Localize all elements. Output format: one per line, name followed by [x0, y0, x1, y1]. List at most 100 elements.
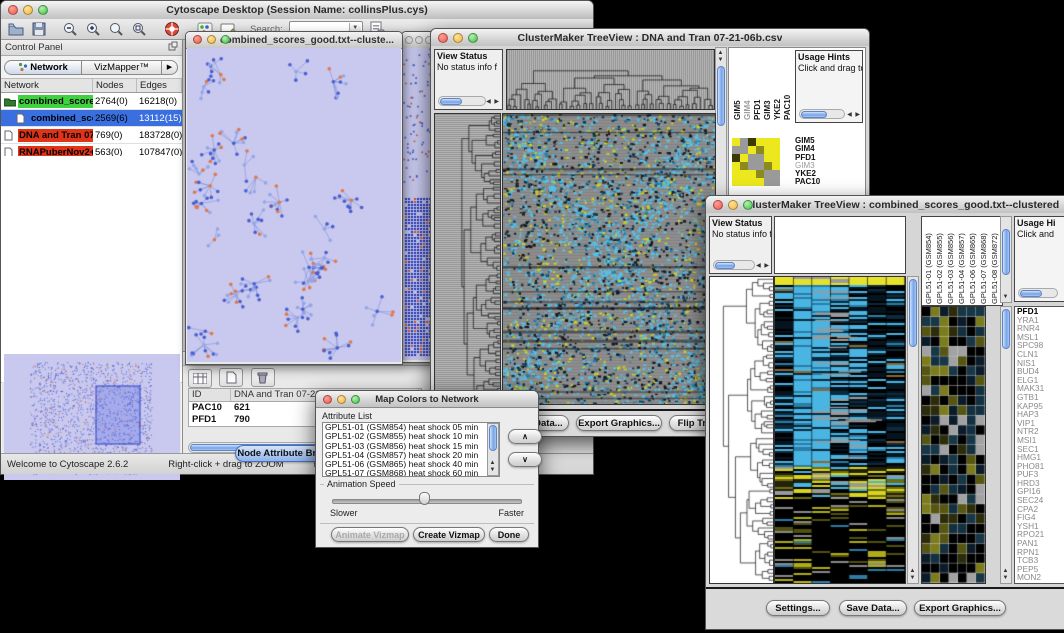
matrix-cell[interactable]	[756, 154, 764, 162]
export-graphics-button[interactable]: Export Graphics...	[576, 415, 662, 431]
matrix-cell[interactable]	[732, 162, 740, 170]
scroll-down-icon[interactable]: ▼	[910, 575, 916, 581]
save-data-button[interactable]: Save Data...	[839, 600, 907, 616]
matrix-cell[interactable]	[732, 154, 740, 162]
tab-overflow-arrow[interactable]: ▶	[162, 60, 178, 75]
scroll-down-icon[interactable]: ▼	[1003, 575, 1009, 581]
export-graphics-button[interactable]: Export Graphics...	[914, 600, 1006, 616]
tv2-zoom-heatmap[interactable]	[921, 306, 986, 584]
matrix-cell[interactable]	[772, 178, 780, 186]
scroll-up-icon[interactable]: ▲	[910, 568, 916, 574]
gene-name-list[interactable]: PFD1YRA1RNR4MSL1SPC98CLN1NIS1BUD4ELG1MAK…	[1014, 306, 1064, 584]
close-button[interactable]	[8, 5, 18, 15]
attribute-list-vscrollbar[interactable]: ▲ ▼	[487, 423, 499, 476]
minimize-button[interactable]	[415, 36, 423, 44]
matrix-cell[interactable]	[748, 146, 756, 154]
matrix-cell[interactable]	[756, 170, 764, 178]
create-vizmap-button[interactable]: Create Vizmap	[413, 527, 485, 542]
zoom-window-button[interactable]	[468, 33, 478, 43]
attribute-item[interactable]: GPL51-07 (GSM868) heat shock 60 min	[323, 469, 499, 477]
tv2-row-dendrogram[interactable]	[709, 276, 774, 584]
network-overview-panel[interactable]	[2, 382, 181, 452]
done-button[interactable]: Done	[489, 527, 529, 542]
matrix-cell[interactable]	[740, 146, 748, 154]
matrix-cell[interactable]	[740, 138, 748, 146]
network-list-row[interactable]: combined_sco2569(6)13112(15)	[1, 110, 182, 127]
close-button[interactable]	[193, 35, 202, 44]
col-header-id[interactable]: ID	[189, 389, 231, 401]
scroll-down-icon[interactable]: ▼	[490, 467, 496, 473]
move-down-button[interactable]: ∨	[508, 452, 542, 467]
main-titlebar[interactable]: Cytoscape Desktop (Session Name: collins…	[1, 1, 593, 20]
zoom-window-button[interactable]	[351, 395, 360, 404]
zoom-window-button[interactable]	[38, 5, 48, 15]
scroll-arrows-icon[interactable]: ◀ ▶	[486, 98, 500, 105]
attribute-list[interactable]: GPL51-01 (GSM854) heat shock 05 minGPL51…	[322, 422, 500, 477]
minimize-button[interactable]	[337, 395, 346, 404]
matrix-cell[interactable]	[748, 162, 756, 170]
matrix-cell[interactable]	[740, 162, 748, 170]
matrix-cell[interactable]	[732, 146, 740, 154]
matrix-cell[interactable]	[748, 170, 756, 178]
similarity-matrix[interactable]	[732, 138, 780, 186]
float-panel-icon[interactable]	[168, 41, 178, 54]
view-status-hscrollbar[interactable]	[438, 96, 486, 106]
matrix-cell[interactable]	[732, 170, 740, 178]
new-attribute-icon[interactable]	[219, 368, 243, 387]
network-list-row[interactable]: combined_scores2764(0)16218(0)	[1, 93, 182, 110]
help-lifering-icon[interactable]	[163, 21, 180, 38]
matrix-cell[interactable]	[764, 170, 772, 178]
minimize-button[interactable]	[453, 33, 463, 43]
tv2-labels-vscrollbar[interactable]: ▼	[1000, 216, 1012, 303]
minimize-button[interactable]	[23, 5, 33, 15]
save-icon[interactable]	[30, 21, 47, 38]
matrix-cell[interactable]	[748, 178, 756, 186]
usage-hints-hscrollbar[interactable]	[1018, 288, 1058, 298]
matrix-cell[interactable]	[748, 154, 756, 162]
matrix-cell[interactable]	[772, 146, 780, 154]
scroll-down-icon[interactable]: ▼	[1003, 294, 1009, 300]
gene-label[interactable]: MON2	[1017, 573, 1064, 582]
tv1-column-dendrogram[interactable]	[506, 49, 715, 110]
zoom-selected-icon[interactable]	[107, 21, 124, 38]
matrix-cell[interactable]	[764, 154, 772, 162]
tv2-titlebar[interactable]: ClusterMaker TreeView : combined_scores_…	[706, 196, 1064, 214]
scroll-arrows-icon[interactable]: ◀ ▶	[756, 262, 770, 269]
tv1-titlebar[interactable]: ClusterMaker TreeView : DNA and Tran 07-…	[431, 29, 869, 47]
tv1-row-dendrogram[interactable]	[434, 113, 501, 405]
matrix-cell[interactable]	[764, 138, 772, 146]
close-button[interactable]	[405, 36, 413, 44]
scroll-up-icon[interactable]: ▲	[718, 50, 724, 56]
zoom-fit-icon[interactable]	[130, 21, 147, 38]
close-button[interactable]	[438, 33, 448, 43]
dialog-titlebar[interactable]: Map Colors to Network	[316, 391, 538, 408]
col-header-network[interactable]: Network	[1, 79, 93, 92]
scroll-arrows-icon[interactable]: ◀ ▶	[847, 111, 861, 118]
network-view-window[interactable]: combined_scores_good.txt--cluste...	[185, 31, 403, 365]
matrix-cell[interactable]	[756, 162, 764, 170]
scroll-up-icon[interactable]: ▲	[1003, 568, 1009, 574]
matrix-cell[interactable]	[756, 138, 764, 146]
tv2-heatmap[interactable]	[774, 276, 906, 584]
zoom-in-icon[interactable]	[84, 21, 101, 38]
close-button[interactable]	[713, 200, 723, 210]
matrix-cell[interactable]	[748, 138, 756, 146]
view-status-hscrollbar[interactable]	[713, 260, 755, 270]
move-up-button[interactable]: ∧	[508, 429, 542, 444]
tab-network[interactable]: Network	[4, 60, 82, 75]
col-header-nodes[interactable]: Nodes	[93, 79, 137, 92]
table-mode-icon[interactable]	[188, 369, 212, 388]
minimize-button[interactable]	[728, 200, 738, 210]
zoom-window-button[interactable]	[221, 35, 230, 44]
matrix-cell[interactable]	[740, 178, 748, 186]
close-button[interactable]	[323, 395, 332, 404]
matrix-cell[interactable]	[764, 146, 772, 154]
zoom-out-icon[interactable]	[61, 21, 78, 38]
matrix-cell[interactable]	[764, 178, 772, 186]
matrix-cell[interactable]	[756, 146, 764, 154]
matrix-cell[interactable]	[772, 138, 780, 146]
usage-hints-hscrollbar[interactable]	[799, 109, 845, 119]
matrix-cell[interactable]	[772, 154, 780, 162]
zoom-window-button[interactable]	[743, 200, 753, 210]
tv2-heatmap-vscrollbar[interactable]: ▲ ▼	[907, 276, 919, 584]
